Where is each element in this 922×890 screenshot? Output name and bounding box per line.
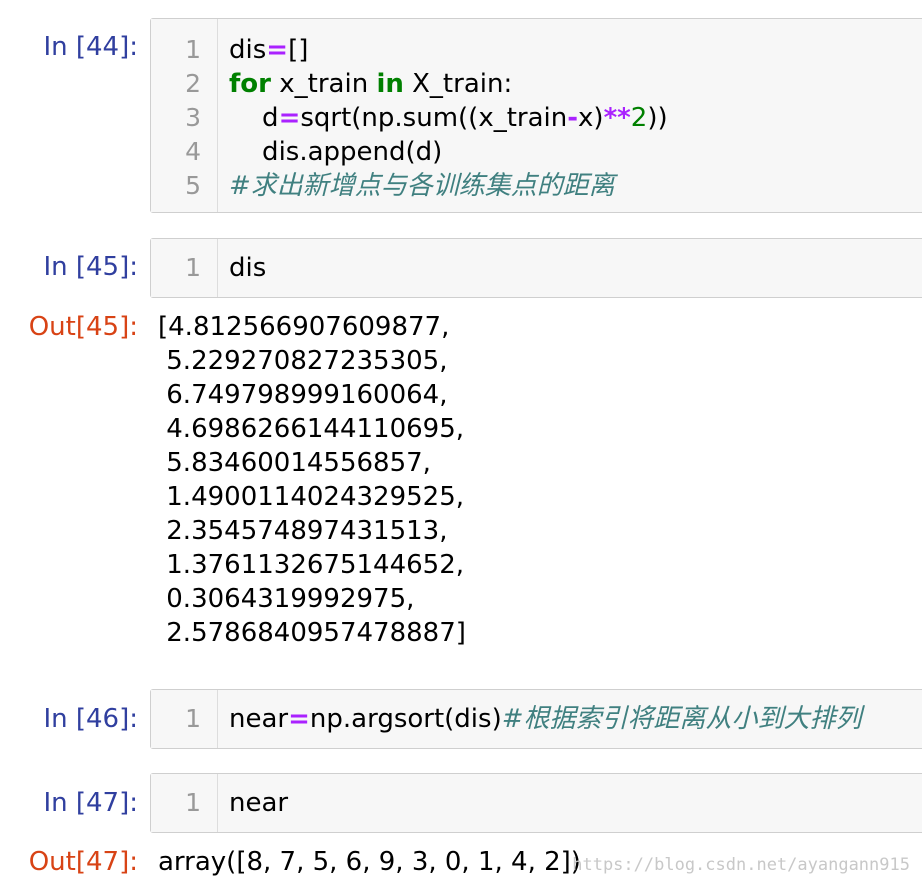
code-line[interactable]: near=np.argsort(dis)#根据索引将距离从小到大排列 bbox=[229, 702, 862, 736]
line-number: 1 bbox=[185, 253, 201, 282]
code-token: ** bbox=[603, 103, 631, 133]
input-prompt-44: In [44]: bbox=[43, 32, 138, 62]
code-token: for bbox=[229, 69, 271, 99]
code-line[interactable]: dis.append(d) bbox=[229, 135, 442, 169]
code-cell-47[interactable]: 1 near bbox=[150, 773, 922, 833]
code-line[interactable]: #求出新增点与各训练集点的距离 bbox=[229, 169, 615, 203]
code-line[interactable]: dis=[] bbox=[229, 33, 308, 67]
line-number: 1 bbox=[185, 704, 201, 733]
code-token: = bbox=[288, 704, 310, 734]
line-number: 1 bbox=[185, 35, 201, 64]
code-token: sqrt(np.sum((x_train bbox=[300, 103, 568, 133]
code-token: near bbox=[229, 704, 289, 734]
code-cell-44[interactable]: 1 dis=[] 2 for x_train in X_train: 3 d=sqrt(… bbox=[150, 18, 922, 213]
code-line[interactable]: for x_train in X_train: bbox=[229, 67, 512, 101]
output-prompt-47: Out[47]: bbox=[28, 847, 138, 877]
code-token: = bbox=[266, 35, 289, 65]
code-token: = bbox=[278, 103, 301, 133]
code-token: - bbox=[567, 103, 579, 133]
code-token: dis bbox=[229, 35, 267, 65]
code-cell-46[interactable]: 1 near=np.argsort(dis)#根据索引将距离从小到大排列 bbox=[150, 689, 922, 749]
output-prompt-45: Out[45]: bbox=[28, 312, 138, 342]
code-token: x) bbox=[578, 103, 604, 133]
code-token: 2 bbox=[630, 103, 648, 133]
code-token: x_train bbox=[271, 69, 377, 99]
code-token: in bbox=[376, 69, 404, 99]
code-token: dis.append(d) bbox=[229, 137, 443, 167]
code-line[interactable]: near bbox=[229, 786, 288, 820]
output-area-47: array([8, 7, 5, 6, 9, 3, 0, 1, 4, 2]) bbox=[158, 847, 581, 877]
code-token: X_train: bbox=[403, 69, 513, 99]
code-line[interactable]: d=sqrt(np.sum((x_train-x)**2)) bbox=[229, 101, 668, 135]
code-token: near bbox=[229, 788, 289, 818]
line-number: 2 bbox=[185, 69, 201, 98]
code-token: [] bbox=[288, 35, 309, 65]
output-area-45: [4.812566907609877, 5.229270827235305, 6… bbox=[158, 312, 466, 648]
code-token: d bbox=[229, 103, 279, 133]
input-prompt-46: In [46]: bbox=[43, 704, 138, 734]
code-token: #根据索引将距离从小到大排列 bbox=[501, 704, 862, 734]
input-prompt-47: In [47]: bbox=[43, 788, 138, 818]
line-number: 3 bbox=[185, 103, 201, 132]
input-prompt-45: In [45]: bbox=[43, 252, 138, 282]
code-token: #求出新增点与各训练集点的距离 bbox=[229, 171, 615, 201]
code-cell-45[interactable]: 1 dis bbox=[150, 238, 922, 298]
line-number: 4 bbox=[185, 137, 201, 166]
code-token: )) bbox=[647, 103, 668, 133]
code-token: np.argsort(dis) bbox=[309, 704, 502, 734]
line-number: 1 bbox=[185, 788, 201, 817]
code-line[interactable]: dis bbox=[229, 251, 266, 285]
code-token: dis bbox=[229, 253, 267, 283]
watermark: https://blog.csdn.net/ayangann915 bbox=[572, 855, 910, 875]
line-number: 5 bbox=[185, 171, 201, 200]
